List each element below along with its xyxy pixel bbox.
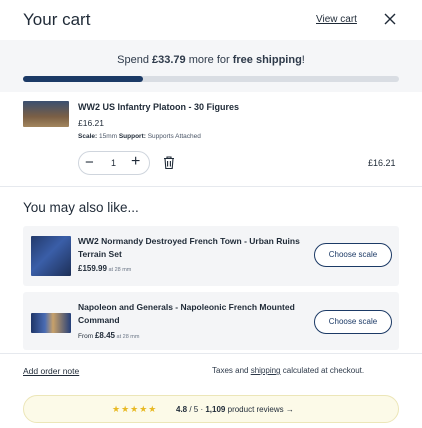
recommendation-thumbnail[interactable] bbox=[31, 313, 71, 333]
divider bbox=[0, 186, 422, 187]
recommendation-card: Napoleon and Generals - Napoleonic Frenc… bbox=[23, 292, 399, 350]
cart-item-thumbnail[interactable] bbox=[23, 101, 69, 127]
quantity-stepper: − 1 + bbox=[78, 151, 150, 175]
cart-item-total: £16.21 bbox=[368, 158, 396, 168]
recommendation-price: From £8.45 at 28 mm bbox=[78, 331, 140, 340]
shipping-progress-bar bbox=[23, 76, 399, 82]
recommendation-price: £159.99 at 28 mm bbox=[78, 264, 132, 273]
trash-icon bbox=[164, 156, 174, 170]
reviews-summary: 4.8 / 5 · 1,109 product reviews → bbox=[176, 405, 294, 414]
quantity-value[interactable]: 1 bbox=[111, 158, 116, 168]
recommendation-card: WW2 Normandy Destroyed French Town - Urb… bbox=[23, 226, 399, 286]
recommendation-name[interactable]: WW2 Normandy Destroyed French Town - Urb… bbox=[78, 235, 313, 261]
increase-quantity-button[interactable]: + bbox=[131, 153, 140, 171]
add-order-note-link[interactable]: Add order note bbox=[23, 366, 79, 376]
free-shipping-banner: Spend £33.79 more for free shipping! bbox=[0, 40, 422, 92]
close-icon bbox=[384, 13, 396, 25]
view-cart-link[interactable]: View cart bbox=[316, 14, 357, 25]
divider bbox=[0, 353, 422, 354]
recommendations-title: You may also like... bbox=[23, 200, 139, 215]
star-rating-icon: ★★★★★ bbox=[112, 404, 158, 414]
cart-drawer: Your cart View cart Spend £33.79 more fo… bbox=[0, 0, 422, 428]
recommendation-name[interactable]: Napoleon and Generals - Napoleonic Frenc… bbox=[78, 301, 313, 327]
cart-item-options: Scale: 15mm Support: Supports Attached bbox=[78, 133, 201, 140]
recommendation-thumbnail[interactable] bbox=[31, 236, 71, 276]
choose-scale-button[interactable]: Choose scale bbox=[314, 243, 392, 267]
decrease-quantity-button[interactable]: − bbox=[85, 154, 94, 171]
cart-title: Your cart bbox=[23, 10, 91, 29]
shipping-progress-fill bbox=[23, 76, 144, 82]
shipping-link[interactable]: shipping bbox=[251, 366, 281, 375]
free-shipping-message: Spend £33.79 more for free shipping! bbox=[117, 54, 305, 66]
choose-scale-button[interactable]: Choose scale bbox=[314, 310, 392, 334]
taxes-note: Taxes and shipping calculated at checkou… bbox=[212, 366, 365, 375]
cart-item-unit-price: £16.21 bbox=[78, 118, 104, 128]
remove-item-button[interactable] bbox=[162, 155, 176, 170]
product-reviews-link[interactable]: ★★★★★ 4.8 / 5 · 1,109 product reviews → bbox=[23, 395, 399, 423]
close-button[interactable] bbox=[382, 11, 398, 27]
cart-item-name[interactable]: WW2 US Infantry Platoon - 30 Figures bbox=[78, 102, 239, 112]
cart-header: Your cart View cart bbox=[0, 0, 422, 40]
